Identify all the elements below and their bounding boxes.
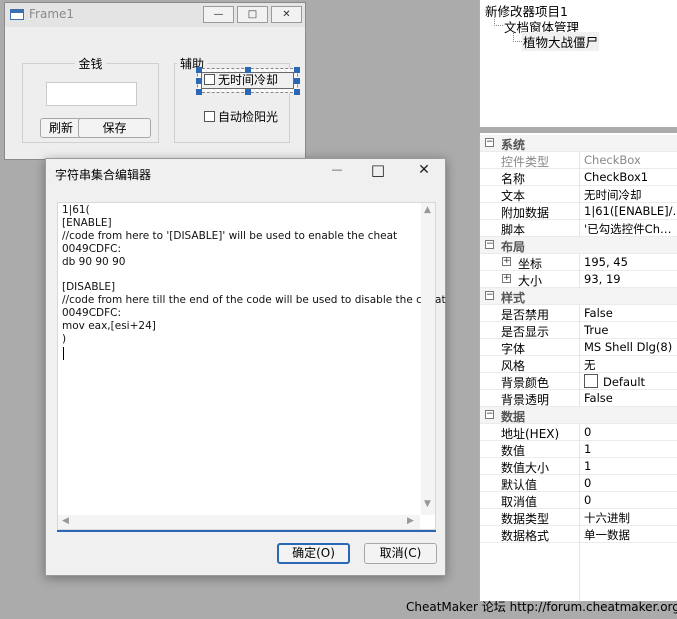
resize-handle-ml[interactable] [196,78,202,84]
frame1-window[interactable]: Frame1 — □ ✕ 金钱 刷新 保存 辅助 无时间冷却 自动检阳光 [4,2,306,160]
resize-handle-tr[interactable] [294,67,300,73]
prop-row-text[interactable]: 文本 无时间冷却 [480,186,677,203]
ok-button[interactable]: 确定(O) [277,543,350,564]
dialog-maximize-button[interactable]: □ [368,161,388,179]
vertical-scrollbar[interactable]: ▲ ▼ [421,203,435,515]
checkbox-cooldown-box[interactable] [204,74,215,85]
collapse-icon[interactable]: − [485,240,494,249]
tree-connector [513,41,522,43]
scroll-up-arrow-icon[interactable]: ▲ [424,205,431,215]
prop-row-default[interactable]: 默认值 0 [480,475,677,492]
prop-row-data-format[interactable]: 数据格式 单一数据 [480,526,677,543]
grid-divider [579,543,580,601]
frame1-titlebar[interactable]: Frame1 — □ ✕ [5,3,305,27]
expand-icon[interactable]: + [502,274,511,283]
frame1-title: Frame1 [29,7,75,21]
prop-row-control-type[interactable]: 控件类型 CheckBox [480,152,677,169]
editor-text: 1|61( [ENABLE] //code from here to '[DIS… [62,204,446,346]
dialog-title: 字符串集合编辑器 [55,168,152,182]
resize-handle-bl[interactable] [196,89,202,95]
horizontal-scrollbar[interactable]: ◀ ▶ [58,515,420,529]
refresh-button[interactable]: 刷新 [40,118,82,138]
tree-connector [494,25,503,27]
maximize-button[interactable]: □ [237,6,268,23]
collapse-icon[interactable]: − [485,410,494,419]
checkbox-sun[interactable]: 自动检阳光 [204,108,278,125]
tree-item-pvz[interactable]: 植物大战僵尸 [522,32,600,51]
resize-handle-tl[interactable] [196,67,202,73]
color-swatch[interactable] [584,374,598,388]
prop-row-bgcolor[interactable]: 背景颜色 Default [480,373,677,390]
forum-footer-link[interactable]: CheatMaker 论坛 http://forum.cheatmaker.or… [406,598,677,615]
close-button[interactable]: ✕ [271,6,302,23]
prop-row-extra-data[interactable]: 附加数据 1|61([ENABLE]/… [480,203,677,220]
project-tree-panel[interactable]: 新修改器项目1 文档窗体管理 植物大战僵尸 [479,0,677,127]
text-caret [63,347,64,360]
prop-row-style[interactable]: 风格无 [480,356,677,373]
prop-row-value[interactable]: 数值 1 [480,441,677,458]
minimize-button[interactable]: — [203,6,234,23]
string-editor-textarea[interactable]: 1|61( [ENABLE] //code from here to '[DIS… [57,202,446,530]
resize-handle-tm[interactable] [245,67,251,73]
prop-row-visible[interactable]: 是否显示 True [480,322,677,339]
property-grid[interactable]: − 系统 控件类型 CheckBox 名称 CheckBox1 文本 无时间冷却 附加数… [479,133,677,601]
category-data[interactable]: − 数据 [480,407,677,424]
scroll-down-arrow-icon[interactable]: ▼ [424,499,431,509]
editor-focus-underline [57,530,436,532]
category-system[interactable]: − 系统 [480,135,677,152]
prop-row-bg-transparent[interactable]: 背景透明 False [480,390,677,407]
dialog-minimize-button[interactable]: — [327,163,347,176]
resize-handle-bm[interactable] [245,89,251,95]
prop-row-value-size[interactable]: 数值大小 1 [480,458,677,475]
checkbox-cooldown-label: 无时间冷却 [218,73,279,87]
money-input[interactable] [46,82,137,106]
cancel-button[interactable]: 取消(C) [364,543,437,564]
collapse-icon[interactable]: − [485,138,494,147]
resize-handle-mr[interactable] [294,78,300,84]
prop-row-font[interactable]: 字体 MS Shell Dlg(8) [480,339,677,356]
scroll-left-arrow-icon[interactable]: ◀ [62,516,69,526]
category-style[interactable]: − 样式 [480,288,677,305]
prop-row-data-type[interactable]: 数据类型 十六进制 [480,509,677,526]
checkbox-sun-label: 自动检阳光 [218,110,279,124]
prop-row-address[interactable]: 地址(HEX) 0 [480,424,677,441]
collapse-icon[interactable]: − [485,291,494,300]
prop-row-size[interactable]: + 大小 93, 19 [480,271,677,288]
prop-row-coord[interactable]: + 坐标 195, 45 [480,254,677,271]
prop-row-script[interactable]: 脚本 '已勾选控件Ch… [480,220,677,237]
string-editor-dialog[interactable]: 字符串集合编辑器 — □ ✕ 1|61( [ENABLE] //code fro… [45,158,446,576]
expand-icon[interactable]: + [502,257,511,266]
window-app-icon [10,9,24,20]
prop-row-cancel-value[interactable]: 取消值 0 [480,492,677,509]
category-layout[interactable]: − 布局 [480,237,677,254]
checkbox-sun-box[interactable] [204,111,215,122]
scroll-right-arrow-icon[interactable]: ▶ [407,516,414,526]
resize-handle-br[interactable] [294,89,300,95]
money-group-label: 金钱 [78,57,103,71]
prop-row-disabled[interactable]: 是否禁用 False [480,305,677,322]
dialog-close-button[interactable]: ✕ [414,162,434,178]
save-button[interactable]: 保存 [78,118,151,138]
checkbox-cooldown[interactable]: 无时间冷却 [201,72,294,89]
prop-row-name[interactable]: 名称 CheckBox1 [480,169,677,186]
